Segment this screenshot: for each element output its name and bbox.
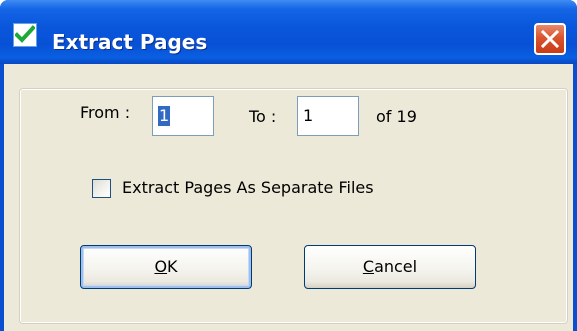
- to-page-input[interactable]: 1: [297, 96, 359, 136]
- page-count-label: of 19: [376, 107, 417, 126]
- cancel-button[interactable]: Cancel: [304, 245, 476, 289]
- ok-button[interactable]: OK: [80, 245, 252, 289]
- green-checkmark-icon: [13, 23, 37, 47]
- ok-accelerator: O: [154, 257, 168, 276]
- ok-label-rest: K: [167, 257, 178, 276]
- separate-files-label[interactable]: Extract Pages As Separate Files: [122, 178, 374, 198]
- dialog-body: From : 1 To : 1 of 19 Extract Pages As S…: [4, 64, 573, 331]
- from-label: From :: [80, 103, 131, 122]
- to-page-value: 1: [303, 106, 314, 125]
- close-x-icon: [541, 30, 559, 48]
- cancel-accelerator: C: [362, 257, 375, 276]
- extract-pages-dialog: Extract Pages From : 1 To : 1 of 19 Extr…: [0, 0, 577, 331]
- close-button[interactable]: [534, 23, 566, 55]
- to-label: To :: [249, 107, 277, 126]
- cancel-label-rest: ancel: [374, 257, 418, 276]
- title-bar[interactable]: Extract Pages: [0, 0, 577, 64]
- from-page-value: 1: [158, 106, 171, 126]
- from-page-input[interactable]: 1: [152, 96, 214, 136]
- dialog-title: Extract Pages: [52, 30, 208, 54]
- separate-files-checkbox[interactable]: [92, 179, 111, 198]
